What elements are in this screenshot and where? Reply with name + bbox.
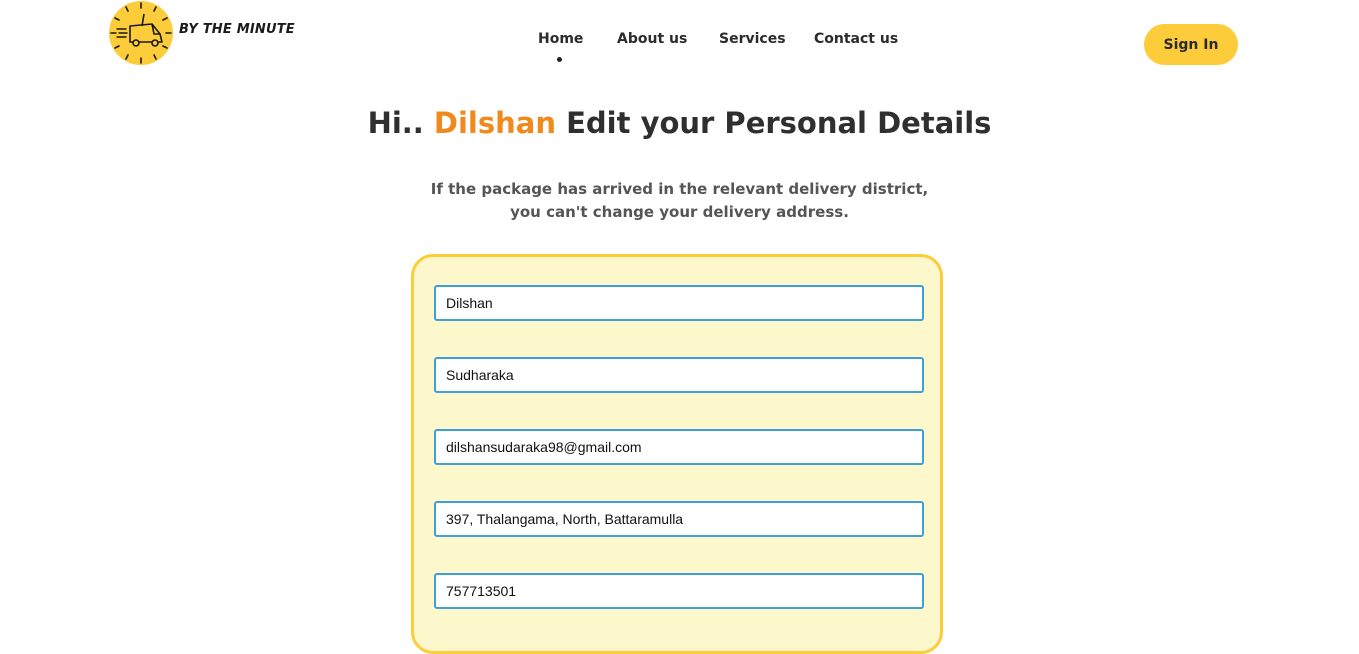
first-name-field[interactable] <box>434 285 924 321</box>
address-change-notice: If the package has arrived in the releva… <box>0 178 1359 224</box>
nav-item-about-us[interactable]: About us <box>617 31 687 47</box>
nav-item-services[interactable]: Services <box>719 31 786 47</box>
user-name: Dilshan <box>433 106 556 140</box>
phone-field[interactable] <box>434 573 924 609</box>
dot-icon <box>557 57 562 62</box>
site-header: BY THE MINUTE Home About us Services Con… <box>0 0 1359 90</box>
title-prefix: Hi.. <box>367 106 434 140</box>
clock-delivery-truck-icon[interactable] <box>108 0 174 66</box>
page-title: Hi.. Dilshan Edit your Personal Details <box>0 106 1359 140</box>
notice-line-2: you can't change your delivery address. <box>510 203 849 221</box>
address-field[interactable] <box>434 501 924 537</box>
brand-name: BY THE MINUTE <box>179 22 295 37</box>
nav-item-home[interactable]: Home <box>538 31 583 47</box>
nav-item-contact-us[interactable]: Contact us <box>814 31 898 47</box>
email-field[interactable] <box>434 429 924 465</box>
sign-in-button[interactable]: Sign In <box>1144 24 1238 65</box>
title-suffix: Edit your Personal Details <box>556 106 992 140</box>
notice-line-1: If the package has arrived in the releva… <box>430 180 929 198</box>
last-name-field[interactable] <box>434 357 924 393</box>
